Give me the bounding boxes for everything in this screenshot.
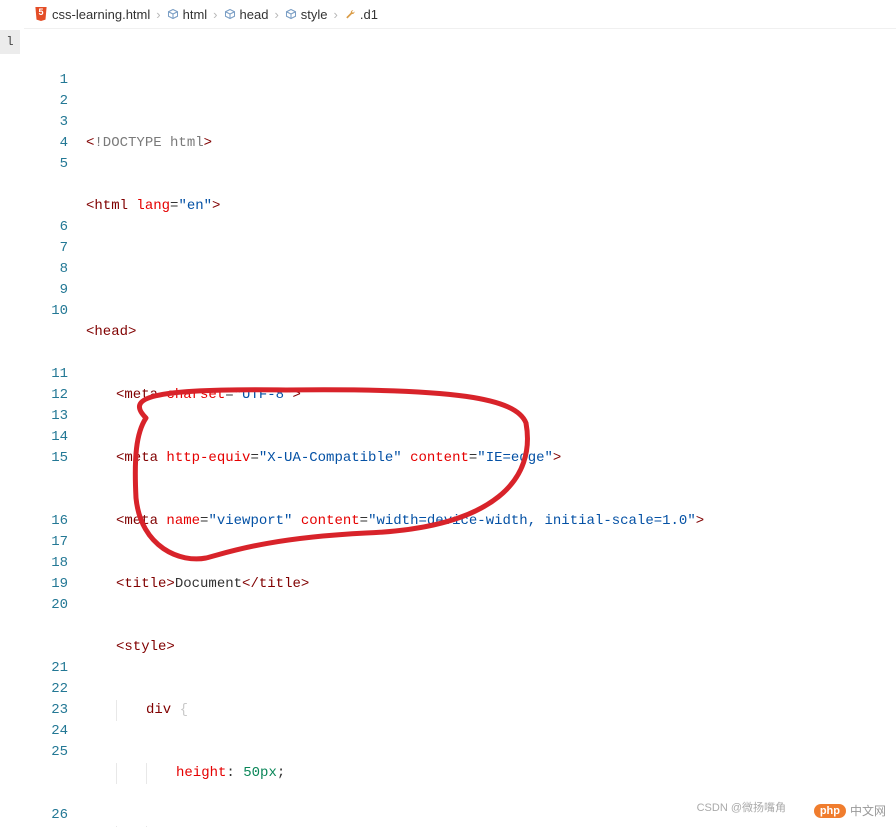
- code-editor[interactable]: 12345 678910 1112131415 1617181920 21222…: [24, 28, 896, 827]
- breadcrumb-item-d1[interactable]: .d1: [342, 7, 380, 22]
- cube-icon: [167, 8, 179, 20]
- code-content[interactable]: <!DOCTYPE html> <html lang="en"> <head> …: [86, 28, 896, 827]
- code-line[interactable]: <meta name="viewport" content="width=dev…: [86, 511, 896, 532]
- code-line[interactable]: <html lang="en">: [86, 196, 896, 217]
- wrench-icon: [344, 8, 356, 20]
- breadcrumb-label: .d1: [360, 7, 378, 22]
- breadcrumb-item-style[interactable]: style: [283, 7, 330, 22]
- code-line[interactable]: <head>: [86, 322, 896, 343]
- breadcrumb-item-file[interactable]: css-learning.html: [32, 7, 152, 22]
- code-line[interactable]: height: 50px;: [86, 763, 896, 784]
- breadcrumb-label: style: [301, 7, 328, 22]
- code-line[interactable]: <meta http-equiv="X-UA-Compatible" conte…: [86, 448, 896, 469]
- chevron-right-icon: ›: [274, 7, 278, 22]
- breadcrumb-item-head[interactable]: head: [222, 7, 271, 22]
- html5-icon: [34, 7, 48, 21]
- code-line[interactable]: [86, 259, 896, 280]
- code-line[interactable]: <!DOCTYPE html>: [86, 133, 896, 154]
- line-number-gutter: 12345 678910 1112131415 1617181920 21222…: [24, 28, 86, 827]
- cube-icon: [224, 8, 236, 20]
- breadcrumb-item-html[interactable]: html: [165, 7, 210, 22]
- php-badge-icon: php: [814, 804, 846, 818]
- breadcrumb-label: head: [240, 7, 269, 22]
- breadcrumb-label: css-learning.html: [52, 7, 150, 22]
- chevron-right-icon: ›: [334, 7, 338, 22]
- breadcrumb: css-learning.html › html › head › style …: [24, 0, 896, 29]
- chevron-right-icon: ›: [213, 7, 217, 22]
- chevron-right-icon: ›: [156, 7, 160, 22]
- watermark-php: php 中文网: [814, 802, 886, 819]
- code-line[interactable]: <style>: [86, 637, 896, 658]
- breadcrumb-label: html: [183, 7, 208, 22]
- code-line[interactable]: <title>Document</title>: [86, 574, 896, 595]
- watermark-csdn: CSDN @微扬嘴角: [697, 799, 786, 815]
- code-line[interactable]: div {: [86, 700, 896, 721]
- tab-stub: l: [0, 30, 20, 54]
- active-line-highlight: [86, 364, 896, 387]
- code-line[interactable]: <meta charset="UTF-8">: [86, 385, 896, 406]
- cube-icon: [285, 8, 297, 20]
